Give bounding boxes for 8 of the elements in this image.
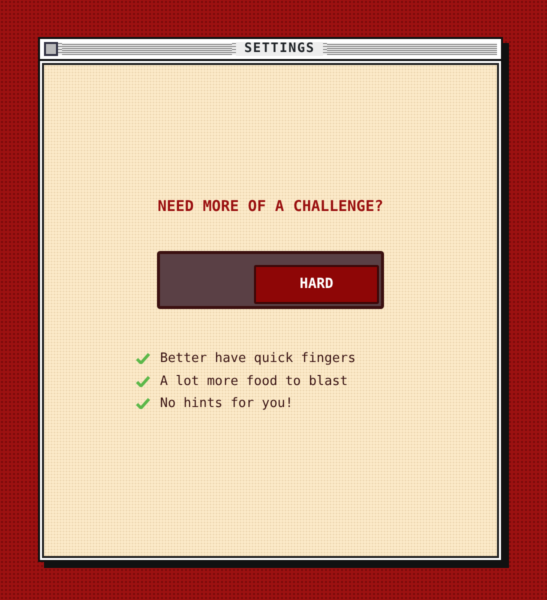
difficulty-switch[interactable]: HARD — [157, 251, 384, 309]
feature-text: Better have quick fingers — [160, 350, 356, 368]
heading: NEED MORE OF A CHALLENGE? — [158, 197, 384, 215]
feature-text: No hints for you! — [160, 395, 294, 413]
close-box[interactable] — [44, 42, 58, 56]
feature-text: A lot more food to blast — [160, 372, 348, 390]
switch-knob[interactable]: HARD — [254, 265, 379, 304]
window-title: SETTINGS — [236, 42, 323, 56]
